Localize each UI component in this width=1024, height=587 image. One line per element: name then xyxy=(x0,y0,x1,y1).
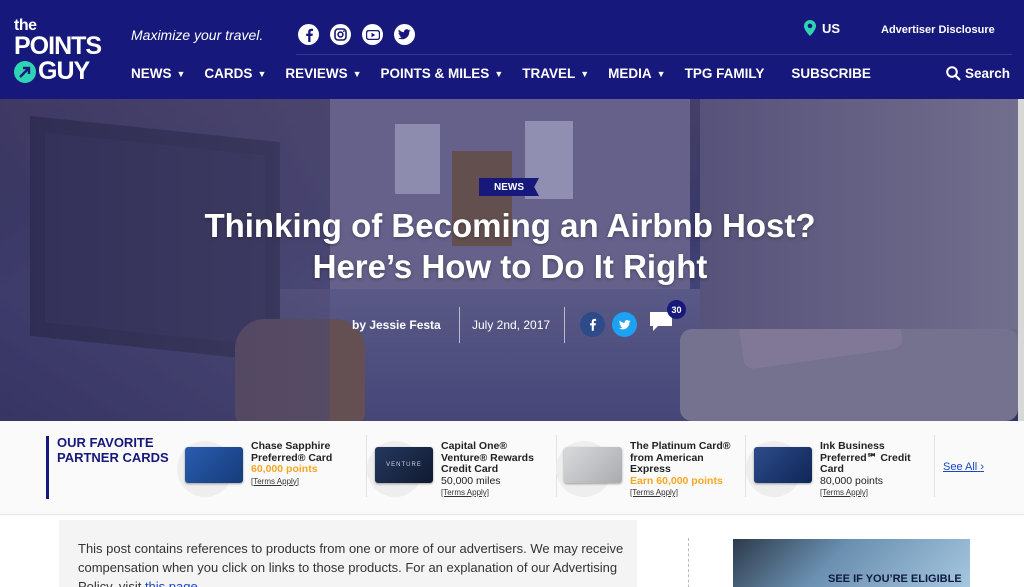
nav-cards-label: CARDS xyxy=(204,66,253,81)
nav-media-label: MEDIA xyxy=(608,66,652,81)
card-name[interactable]: Capital One® Venture® Rewards Credit Car… xyxy=(441,440,534,475)
twitter-icon[interactable] xyxy=(394,24,415,45)
comment-count[interactable]: 30 xyxy=(667,300,686,319)
ad-headline[interactable]: SEE IF YOU’RE ELIGIBLE xyxy=(828,573,962,585)
partner-card-item[interactable]: The Platinum Card® from American Express… xyxy=(556,435,736,501)
nav-subscribe[interactable]: SUBSCRIBE xyxy=(791,66,871,81)
advertiser-disclosure-text: This post contains references to product… xyxy=(78,539,633,587)
card-offer: Earn 60,000 points xyxy=(630,474,723,487)
region-selector[interactable]: US xyxy=(804,20,840,36)
site-logo[interactable]: the POINTS GUY xyxy=(14,18,104,84)
partner-card-item[interactable]: Ink Business Preferred℠ Credit Card 80,0… xyxy=(746,435,926,501)
card-offer: 80,000 points xyxy=(820,474,884,487)
card-offer: 50,000 miles xyxy=(441,474,501,487)
search-label: Search xyxy=(965,66,1011,81)
ink-business-card-image[interactable] xyxy=(754,447,812,483)
site-tagline: Maximize your travel. xyxy=(131,27,264,43)
card-name[interactable]: The Platinum Card® from American Express xyxy=(630,440,731,475)
nav-tpg-family-label: TPG FAMILY xyxy=(684,66,765,81)
nav-tpg-family[interactable]: TPG FAMILY xyxy=(685,66,765,81)
caret-down-icon: ▼ xyxy=(352,68,362,79)
nav-news[interactable]: NEWS ▼ xyxy=(131,66,185,81)
venture-card-label: VENTURE xyxy=(386,462,422,468)
caret-down-icon: ▼ xyxy=(257,68,267,79)
meta-divider xyxy=(459,307,460,343)
partner-card-item[interactable]: Chase Sapphire Preferred® Card 60,000 po… xyxy=(177,435,357,501)
facebook-share-icon[interactable] xyxy=(580,312,605,337)
see-all-cards-link[interactable]: See All › xyxy=(943,461,984,473)
article-date: July 2nd, 2017 xyxy=(472,318,551,332)
caret-down-icon: ▼ xyxy=(580,68,590,79)
instagram-icon[interactable] xyxy=(330,24,351,45)
nav-travel-label: TRAVEL xyxy=(522,66,576,81)
partner-cards-strip: OUR FAVORITE PARTNER CARDS Chase Sapphir… xyxy=(0,421,1024,515)
youtube-icon[interactable] xyxy=(362,24,383,45)
caret-down-icon: ▼ xyxy=(656,68,666,79)
advertiser-disclosure-link[interactable]: Advertiser Disclosure xyxy=(881,24,995,36)
logo-line-3: GUY xyxy=(14,59,104,84)
sidebar-divider xyxy=(688,538,689,587)
twitter-share-icon[interactable] xyxy=(612,312,637,337)
terms-apply-link[interactable]: [Terms Apply] xyxy=(820,488,868,497)
card-offer: 60,000 points xyxy=(251,463,318,475)
card-details: Chase Sapphire Preferred® Card 60,000 po… xyxy=(251,440,361,487)
card-name[interactable]: Chase Sapphire Preferred® Card xyxy=(251,440,332,464)
partner-cards-accent-bar xyxy=(46,436,49,499)
nav-media[interactable]: MEDIA ▼ xyxy=(608,66,665,81)
nav-reviews[interactable]: REVIEWS ▼ xyxy=(285,66,361,81)
card-divider xyxy=(934,435,935,497)
site-header: the POINTS GUY Maximize your travel. US … xyxy=(0,0,1024,99)
logo-arrow-icon xyxy=(14,60,36,83)
article-author[interactable]: by Jessie Festa xyxy=(352,318,441,332)
nav-subscribe-label: SUBSCRIBE xyxy=(791,66,871,81)
main-nav: NEWS ▼ CARDS ▼ REVIEWS ▼ POINTS & MILES ▼ TR… xyxy=(131,66,890,81)
terms-apply-link[interactable]: [Terms Apply] xyxy=(630,488,678,497)
nav-points-miles[interactable]: POINTS & MILES ▼ xyxy=(381,66,504,81)
category-badge[interactable]: NEWS xyxy=(479,178,539,196)
location-pin-icon xyxy=(804,20,816,36)
nav-cards[interactable]: CARDS ▼ xyxy=(204,66,266,81)
capital-one-venture-card-image[interactable]: VENTURE xyxy=(375,447,433,483)
caret-down-icon: ▼ xyxy=(494,68,504,79)
partner-cards-heading: OUR FAVORITE PARTNER CARDS xyxy=(57,435,169,465)
terms-apply-link[interactable]: [Terms Apply] xyxy=(251,477,299,486)
nav-news-label: NEWS xyxy=(131,66,172,81)
see-all-label: See All xyxy=(943,461,978,473)
social-links xyxy=(298,24,415,45)
card-details: Ink Business Preferred℠ Credit Card 80,0… xyxy=(820,440,930,499)
partner-cards-heading-line-1: OUR FAVORITE xyxy=(57,435,154,450)
nav-reviews-label: REVIEWS xyxy=(285,66,348,81)
amex-platinum-card-image[interactable] xyxy=(564,447,622,483)
nav-travel[interactable]: TRAVEL ▼ xyxy=(522,66,589,81)
meta-divider xyxy=(564,307,565,343)
chase-sapphire-card-image[interactable] xyxy=(185,447,243,483)
terms-apply-link[interactable]: [Terms Apply] xyxy=(441,488,489,497)
page-scrollbar[interactable] xyxy=(1018,99,1024,421)
logo-line-2: POINTS xyxy=(14,32,102,60)
nav-points-miles-label: POINTS & MILES xyxy=(380,66,490,81)
header-divider xyxy=(296,54,1012,55)
card-details: Capital One® Venture® Rewards Credit Car… xyxy=(441,440,551,499)
card-name[interactable]: Ink Business Preferred℠ Credit Card xyxy=(820,440,911,475)
advertising-policy-link[interactable]: this page xyxy=(145,579,198,587)
facebook-icon[interactable] xyxy=(298,24,319,45)
caret-down-icon: ▼ xyxy=(176,68,186,79)
chevron-right-icon: › xyxy=(980,461,984,473)
region-label: US xyxy=(822,20,841,36)
search-button[interactable]: Search xyxy=(946,66,1010,81)
card-details: The Platinum Card® from American Express… xyxy=(630,440,740,499)
partner-card-item[interactable]: VENTURE Capital One® Venture® Rewards Cr… xyxy=(367,435,547,501)
logo-line-3-text: GUY xyxy=(38,57,90,85)
partner-cards-heading-line-2: PARTNER CARDS xyxy=(57,450,169,465)
article-title: Thinking of Becoming an Airbnb Host? Her… xyxy=(204,207,816,285)
search-icon xyxy=(946,66,961,81)
